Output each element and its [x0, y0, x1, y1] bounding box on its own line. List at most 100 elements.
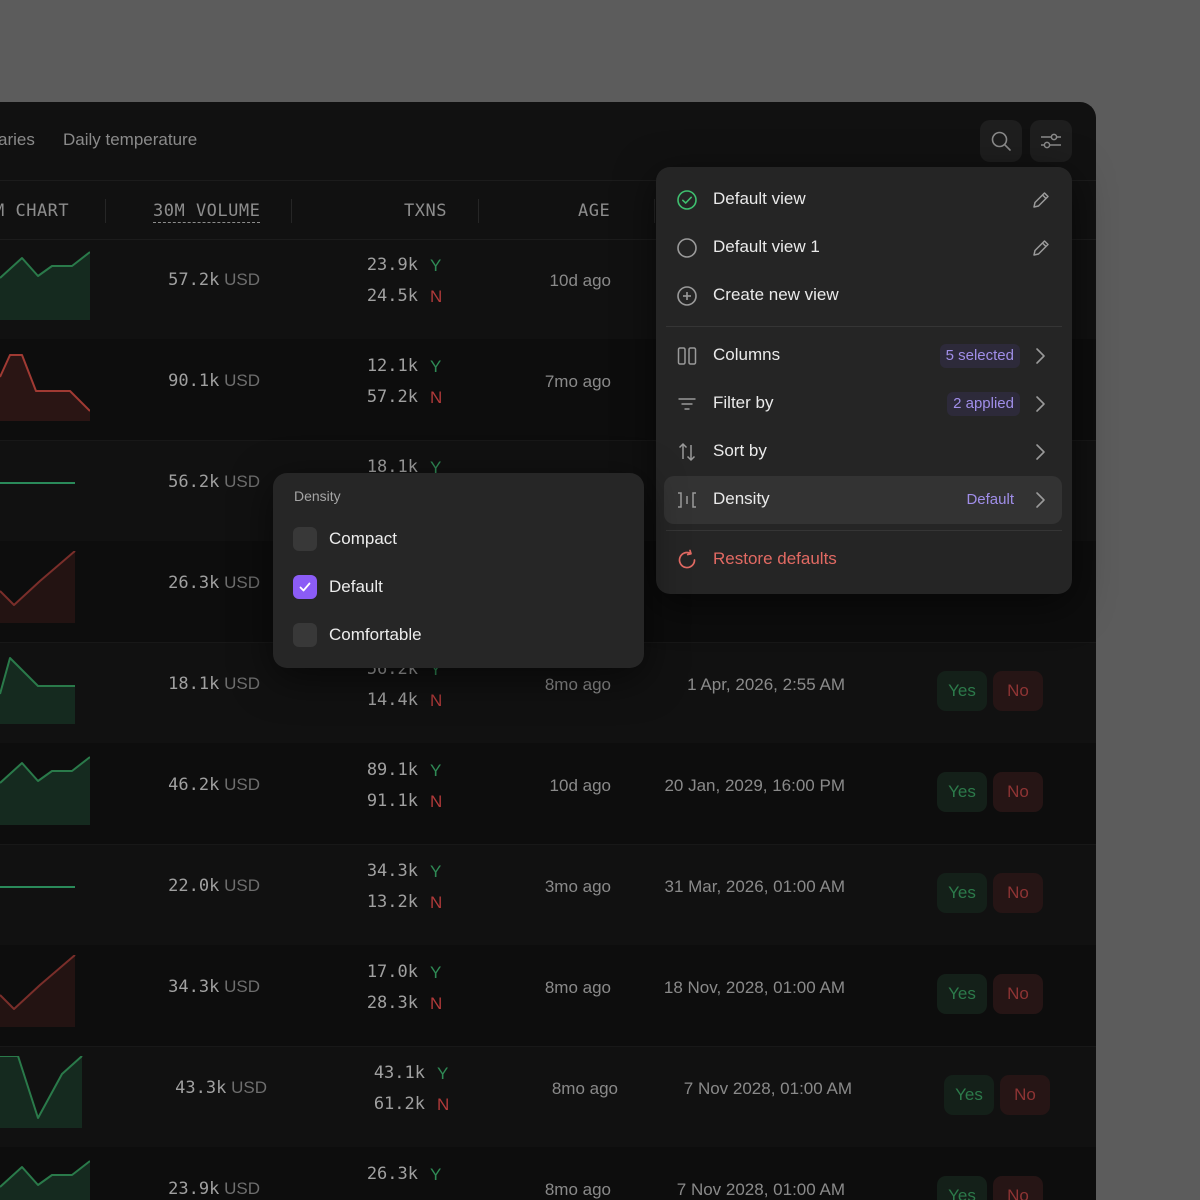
- column-header-chart[interactable]: M CHART: [0, 201, 69, 221]
- table-row[interactable]: 46.2k USD 89.1k Y 91.1k N 10d ago 20 Jan, 2029…: [0, 743, 1096, 845]
- chevron-right-icon: [1036, 348, 1045, 364]
- density-badge: Default: [966, 491, 1014, 508]
- txns-yes-count: 23.9k: [366, 255, 418, 275]
- columns-badge: 5 selected: [939, 344, 1020, 368]
- pencil-icon[interactable]: [1030, 237, 1052, 259]
- menu-item-create-view[interactable]: Create new view: [664, 272, 1062, 320]
- volume-cell: 57.2k USD: [120, 270, 260, 290]
- volume-value: 43.3k: [175, 1078, 227, 1098]
- txns-no-count: 14.4k: [366, 690, 418, 710]
- menu-item-sort[interactable]: Sort by: [664, 428, 1062, 476]
- column-header-txns[interactable]: TXNS: [404, 201, 447, 221]
- density-option-comfortable[interactable]: Comfortable: [293, 620, 623, 650]
- menu-item-label: Filter by: [713, 393, 774, 412]
- volume-cell: 43.3k USD: [127, 1078, 267, 1098]
- txns-no-count: 24.5k: [366, 286, 418, 306]
- sort-arrows-icon: [678, 442, 696, 462]
- txns-no-label: N: [430, 388, 443, 407]
- volume-value: 18.1k: [168, 674, 220, 694]
- column-separator: [291, 199, 292, 223]
- search-button[interactable]: [980, 120, 1022, 162]
- table-row[interactable]: 34.3k USD 17.0k Y 28.3k N 8mo ago 18 Nov, 2028…: [0, 945, 1096, 1047]
- table-row[interactable]: 22.0k USD 34.3k Y 13.2k N 3mo ago 31 Mar, 2026…: [0, 844, 1096, 946]
- txns-yes-label: Y: [430, 761, 442, 780]
- volume-unit: USD: [224, 472, 260, 491]
- menu-item-columns[interactable]: Columns 5 selected: [664, 332, 1062, 380]
- yes-button[interactable]: Yes: [944, 1075, 994, 1115]
- tab-aries[interactable]: aries: [0, 130, 35, 150]
- pencil-icon[interactable]: [1030, 189, 1052, 211]
- density-option-label: Compact: [329, 529, 398, 548]
- checkbox-checked[interactable]: [293, 575, 317, 599]
- txns-yes-count: 17.0k: [366, 962, 418, 982]
- txns-yes-count: 26.3k: [366, 1164, 418, 1184]
- date-cell: 20 Jan, 2029, 16:00 PM: [664, 776, 845, 795]
- volume-cell: 46.2k USD: [120, 775, 260, 795]
- density-option-default[interactable]: Default: [293, 572, 623, 602]
- menu-divider: [666, 530, 1062, 531]
- no-button[interactable]: No: [993, 671, 1043, 711]
- checkbox[interactable]: [293, 527, 317, 551]
- menu-item-label: Create new view: [713, 285, 839, 304]
- volume-cell: 34.3k USD: [120, 977, 260, 997]
- txns-yes-label: Y: [430, 1165, 442, 1184]
- checkbox[interactable]: [293, 623, 317, 647]
- volume-unit: USD: [224, 674, 260, 693]
- txns-yes-count: 34.3k: [366, 861, 418, 881]
- volume-value: 90.1k: [168, 371, 220, 391]
- menu-item-default-view-1[interactable]: Default view 1: [664, 224, 1062, 272]
- txns-no-label: N: [437, 1095, 450, 1114]
- menu-item-default-view[interactable]: Default view: [664, 176, 1062, 224]
- sparkline-chart: [0, 1160, 90, 1200]
- table-row[interactable]: 23.9k USD 26.3k Y 8mo ago 7 Nov 2028, 01:00 …: [0, 1147, 1096, 1200]
- view-options-menu: Default view Default view 1 Create new v…: [656, 167, 1072, 594]
- txns-no-count: 57.2k: [366, 387, 418, 407]
- volume-value: 57.2k: [168, 270, 220, 290]
- txns-yes-count: 12.1k: [366, 356, 418, 376]
- menu-item-label: Default view: [713, 189, 806, 208]
- sparkline-chart: [0, 354, 90, 421]
- volume-unit: USD: [224, 1179, 260, 1198]
- menu-item-restore-defaults[interactable]: Restore defaults: [664, 536, 1062, 584]
- menu-item-density[interactable]: Density Default: [664, 476, 1062, 524]
- view-settings-button[interactable]: [1030, 120, 1072, 162]
- yes-button[interactable]: Yes: [937, 671, 987, 711]
- menu-divider: [666, 326, 1062, 327]
- volume-cell: 26.3k USD: [120, 573, 260, 593]
- no-button[interactable]: No: [993, 1176, 1043, 1200]
- no-button[interactable]: No: [993, 974, 1043, 1014]
- refresh-icon: [678, 549, 696, 569]
- density-option-label: Comfortable: [329, 625, 422, 644]
- txns-no-count: 13.2k: [366, 892, 418, 912]
- yes-button[interactable]: Yes: [937, 772, 987, 812]
- menu-item-filter[interactable]: Filter by 2 applied: [664, 380, 1062, 428]
- txns-yes-label: Y: [430, 862, 442, 881]
- age-cell: 10d ago: [549, 271, 611, 290]
- sparkline-chart: [0, 657, 75, 724]
- no-button[interactable]: No: [993, 772, 1043, 812]
- column-header-volume[interactable]: 30M VOLUME: [153, 201, 261, 223]
- density-option-compact[interactable]: Compact: [293, 524, 623, 554]
- no-button[interactable]: No: [1000, 1075, 1050, 1115]
- table-row[interactable]: 43.3k USD 43.1k Y 61.2k N 8mo ago 7 Nov 2028, …: [0, 1046, 1096, 1148]
- sparkline-chart: [0, 551, 76, 623]
- check-circle-icon: [677, 190, 697, 210]
- txns-no-label: N: [430, 792, 443, 811]
- volume-value: 46.2k: [168, 775, 220, 795]
- volume-unit: USD: [224, 371, 260, 390]
- sparkline-chart: [0, 756, 90, 825]
- yes-button[interactable]: Yes: [937, 1176, 987, 1200]
- sparkline-chart: [0, 482, 75, 484]
- sparkline-chart: [0, 886, 75, 888]
- menu-item-label: Density: [713, 489, 770, 508]
- yes-button[interactable]: Yes: [937, 873, 987, 913]
- volume-unit: USD: [224, 573, 260, 592]
- column-separator: [105, 199, 106, 223]
- tab-daily-temperature[interactable]: Daily temperature: [63, 130, 197, 150]
- column-header-age[interactable]: AGE: [578, 201, 610, 221]
- yes-button[interactable]: Yes: [937, 974, 987, 1014]
- volume-unit: USD: [231, 1078, 267, 1097]
- no-button[interactable]: No: [993, 873, 1043, 913]
- sliders-icon: [1041, 133, 1061, 149]
- date-cell: 7 Nov 2028, 01:00 AM: [676, 1180, 845, 1199]
